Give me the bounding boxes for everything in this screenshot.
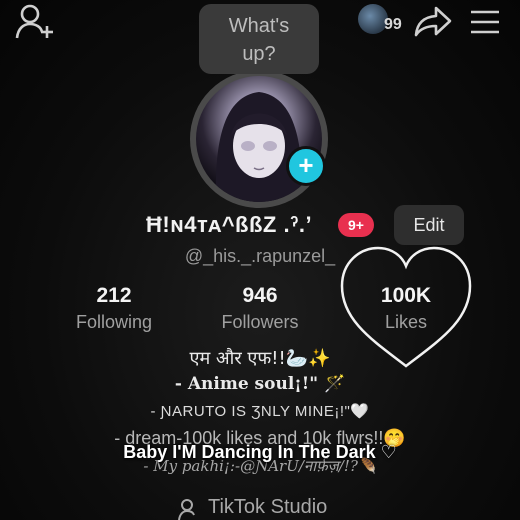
bio-line: - ƝARUTO IS ƷNLY MINE¡!"🤍 — [150, 403, 370, 420]
likes-label: Likes — [384, 312, 428, 332]
followers-count: 946 — [242, 284, 278, 307]
likes-count: 100K — [380, 284, 432, 307]
share-icon[interactable] — [412, 4, 454, 38]
status-prompt-bubble[interactable]: What's up? — [199, 4, 319, 74]
menu-icon[interactable] — [468, 8, 502, 36]
bio-line: एम और एफ!!🦢✨ — [189, 348, 331, 369]
following-stat[interactable]: 212 Following — [44, 284, 184, 333]
likes-stat[interactable]: 100K Likes — [336, 284, 476, 333]
display-name: Ħ!ɴ4ᴛᴀ^ßßZ .ˀ.’ — [146, 212, 313, 237]
followers-label: Followers — [221, 312, 299, 332]
following-count: 212 — [96, 284, 132, 307]
notification-count: 99 — [384, 16, 402, 33]
tiktok-studio-link[interactable]: TikTok Studio — [178, 496, 327, 519]
following-label: Following — [75, 312, 153, 332]
status-prompt-line1: What's — [228, 15, 290, 37]
status-prompt-line2: up? — [242, 43, 276, 65]
add-friend-icon[interactable] — [14, 2, 58, 42]
video-caption-overlay: Baby I'M Dancing In The Dark ♡ — [123, 442, 397, 462]
bio-line: - Anime soul¡!" 🪄 — [174, 374, 346, 394]
followers-stat[interactable]: 946 Followers — [190, 284, 330, 333]
add-story-plus-icon[interactable]: + — [286, 146, 326, 186]
tiktok-studio-label: TikTok Studio — [208, 496, 328, 518]
message-badge[interactable]: 9+ — [338, 213, 374, 237]
